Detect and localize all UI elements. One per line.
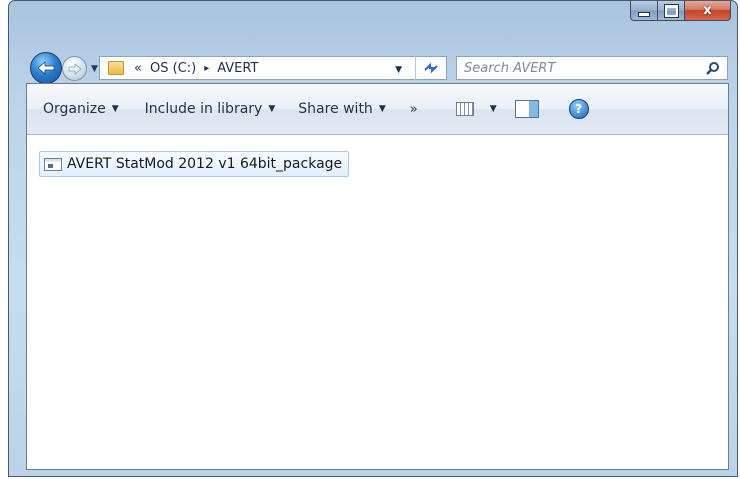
chevron-down-icon: ▼ bbox=[268, 104, 276, 114]
recent-pages-dropdown[interactable]: ▼ bbox=[90, 64, 99, 74]
chevron-down-icon: ▼ bbox=[111, 104, 119, 114]
content-pane: Organize ▼ Include in library ▼ Share wi… bbox=[26, 83, 729, 470]
search-placeholder[interactable]: Search AVERT bbox=[464, 61, 555, 76]
navigation-bar: ▼ « OS (C:) ▸ AVERT ▼ Search AVERT bbox=[9, 43, 737, 84]
breadcrumb-os-drive[interactable]: OS (C:) bbox=[150, 61, 196, 76]
back-arrow-icon bbox=[37, 61, 55, 75]
include-in-library-label: Include in library bbox=[144, 101, 263, 117]
forward-arrow-icon bbox=[68, 62, 82, 75]
close-button[interactable]: x bbox=[685, 1, 731, 21]
explorer-window: x ▼ « OS (C:) ▸ AVERT ▼ Search AVERT Org… bbox=[8, 0, 738, 477]
chevron-down-icon: ▼ bbox=[91, 64, 98, 74]
views-icon[interactable] bbox=[455, 102, 474, 116]
chevron-down-icon: ▼ bbox=[378, 104, 386, 114]
organize-label: Organize bbox=[43, 101, 106, 117]
share-with-label: Share with bbox=[298, 101, 373, 117]
address-bar[interactable]: « OS (C:) ▸ AVERT ▼ bbox=[99, 56, 447, 80]
organize-menu[interactable]: Organize ▼ bbox=[43, 101, 119, 117]
breadcrumb-separator-icon[interactable]: ▸ bbox=[204, 63, 209, 74]
maximize-button[interactable] bbox=[658, 1, 685, 21]
address-overflow-chevron[interactable]: « bbox=[134, 61, 142, 76]
refresh-button[interactable] bbox=[415, 56, 446, 80]
preview-pane-icon[interactable] bbox=[514, 100, 539, 118]
search-icon[interactable] bbox=[706, 61, 720, 79]
file-item[interactable]: AVERT StatMod 2012 v1 64bit_package bbox=[39, 151, 350, 177]
application-icon bbox=[44, 157, 62, 171]
file-name: AVERT StatMod 2012 v1 64bit_package bbox=[67, 156, 343, 172]
breadcrumb-avert[interactable]: AVERT bbox=[217, 61, 258, 76]
minimize-icon bbox=[638, 11, 650, 17]
share-with-menu[interactable]: Share with ▼ bbox=[298, 101, 385, 117]
views-dropdown-icon[interactable]: ▼ bbox=[490, 104, 497, 114]
more-commands-button[interactable]: » bbox=[410, 102, 418, 117]
help-icon[interactable]: ? bbox=[568, 99, 589, 119]
minimize-button[interactable] bbox=[630, 1, 658, 21]
title-bar[interactable]: x bbox=[9, 1, 737, 37]
maximize-icon bbox=[663, 3, 679, 18]
command-bar: Organize ▼ Include in library ▼ Share wi… bbox=[27, 84, 728, 135]
caption-buttons: x bbox=[630, 1, 731, 22]
folder-icon bbox=[108, 61, 124, 75]
back-button[interactable] bbox=[30, 52, 62, 84]
refresh-icon bbox=[424, 62, 438, 74]
include-in-library-menu[interactable]: Include in library ▼ bbox=[145, 101, 276, 117]
search-box[interactable]: Search AVERT bbox=[456, 56, 728, 80]
forward-button[interactable] bbox=[62, 56, 87, 81]
close-icon: x bbox=[703, 3, 712, 18]
address-dropdown-icon[interactable]: ▼ bbox=[395, 65, 402, 75]
